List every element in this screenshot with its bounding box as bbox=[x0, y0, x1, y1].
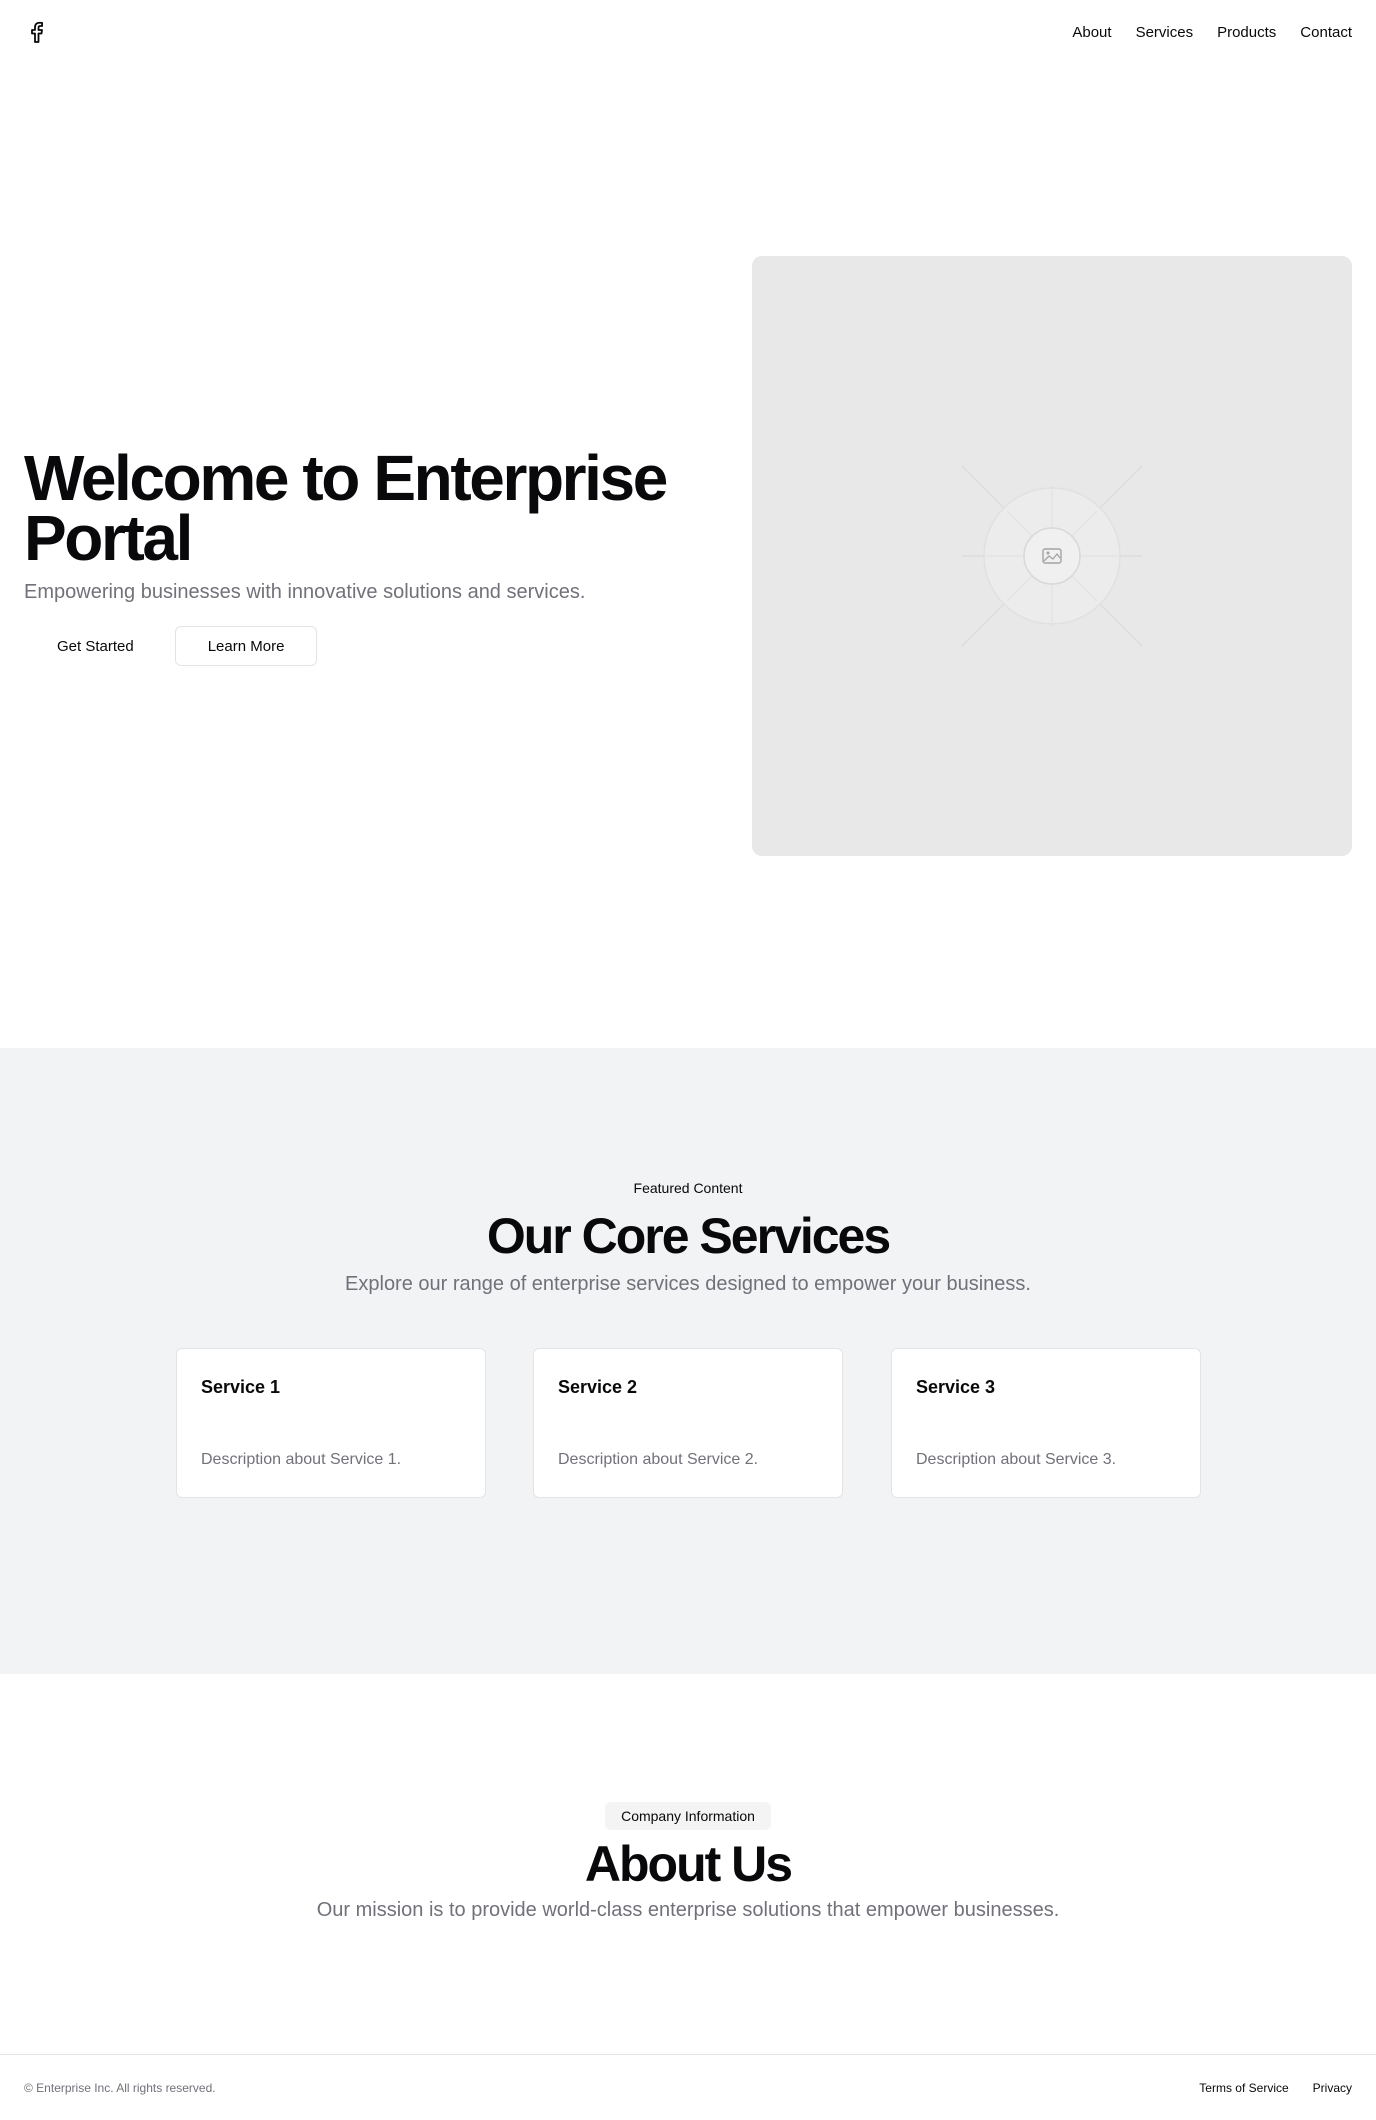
image-placeholder-icon bbox=[961, 465, 1143, 647]
service-card-1: Service 1 Description about Service 1. bbox=[176, 1348, 486, 1498]
site-footer: © Enterprise Inc. All rights reserved. T… bbox=[0, 2054, 1376, 2120]
hero-subtitle: Empowering businesses with innovative so… bbox=[24, 581, 586, 603]
nav-link-about[interactable]: About bbox=[1072, 24, 1111, 41]
service-card-2: Service 2 Description about Service 2. bbox=[533, 1348, 843, 1498]
main-nav: About Services Products Contact bbox=[1072, 24, 1352, 41]
about-subtitle: Our mission is to provide world-class en… bbox=[316, 1899, 1060, 1921]
service-card-title: Service 3 bbox=[916, 1377, 996, 1397]
hero-section: Welcome to Enterprise Portal Empowering … bbox=[0, 64, 1376, 1048]
nav-link-products[interactable]: Products bbox=[1217, 24, 1276, 41]
services-section: Featured Content Our Core Services Explo… bbox=[0, 1048, 1376, 1674]
facebook-icon[interactable] bbox=[24, 20, 48, 44]
nav-link-contact[interactable]: Contact bbox=[1300, 24, 1352, 41]
privacy-link[interactable]: Privacy bbox=[1313, 2081, 1352, 2095]
service-card-description: Description about Service 3. bbox=[916, 1451, 1117, 1468]
services-subtitle: Explore our range of enterprise services… bbox=[345, 1273, 1031, 1295]
service-card-description: Description about Service 2. bbox=[558, 1451, 759, 1468]
site-header: About Services Products Contact bbox=[0, 0, 1376, 64]
terms-of-service-link[interactable]: Terms of Service bbox=[1199, 2081, 1288, 2095]
hero-title: Welcome to Enterprise Portal bbox=[24, 442, 668, 574]
about-title: About Us bbox=[584, 1836, 793, 1892]
service-card-title: Service 2 bbox=[558, 1377, 638, 1397]
services-eyebrow: Featured Content bbox=[633, 1180, 743, 1196]
learn-more-button[interactable]: Learn More bbox=[174, 626, 318, 666]
hero-text: Welcome to Enterprise Portal Empowering … bbox=[24, 442, 704, 666]
get-started-button[interactable]: Get Started bbox=[24, 626, 167, 666]
copyright-text: © Enterprise Inc. All rights reserved. bbox=[24, 2080, 216, 2095]
hero-buttons: Get Started Learn More bbox=[24, 626, 704, 666]
hero-image-placeholder bbox=[752, 256, 1352, 856]
about-section: Company Information About Us Our mission… bbox=[0, 1674, 1376, 2054]
service-card-3: Service 3 Description about Service 3. bbox=[891, 1348, 1201, 1498]
service-card-description: Description about Service 1. bbox=[201, 1451, 402, 1468]
services-title: Our Core Services bbox=[486, 1208, 891, 1264]
company-info-badge: Company Information bbox=[605, 1802, 771, 1830]
service-card-title: Service 1 bbox=[201, 1377, 281, 1397]
nav-link-services[interactable]: Services bbox=[1136, 24, 1194, 41]
footer-links: Terms of Service Privacy bbox=[1199, 2081, 1352, 2095]
